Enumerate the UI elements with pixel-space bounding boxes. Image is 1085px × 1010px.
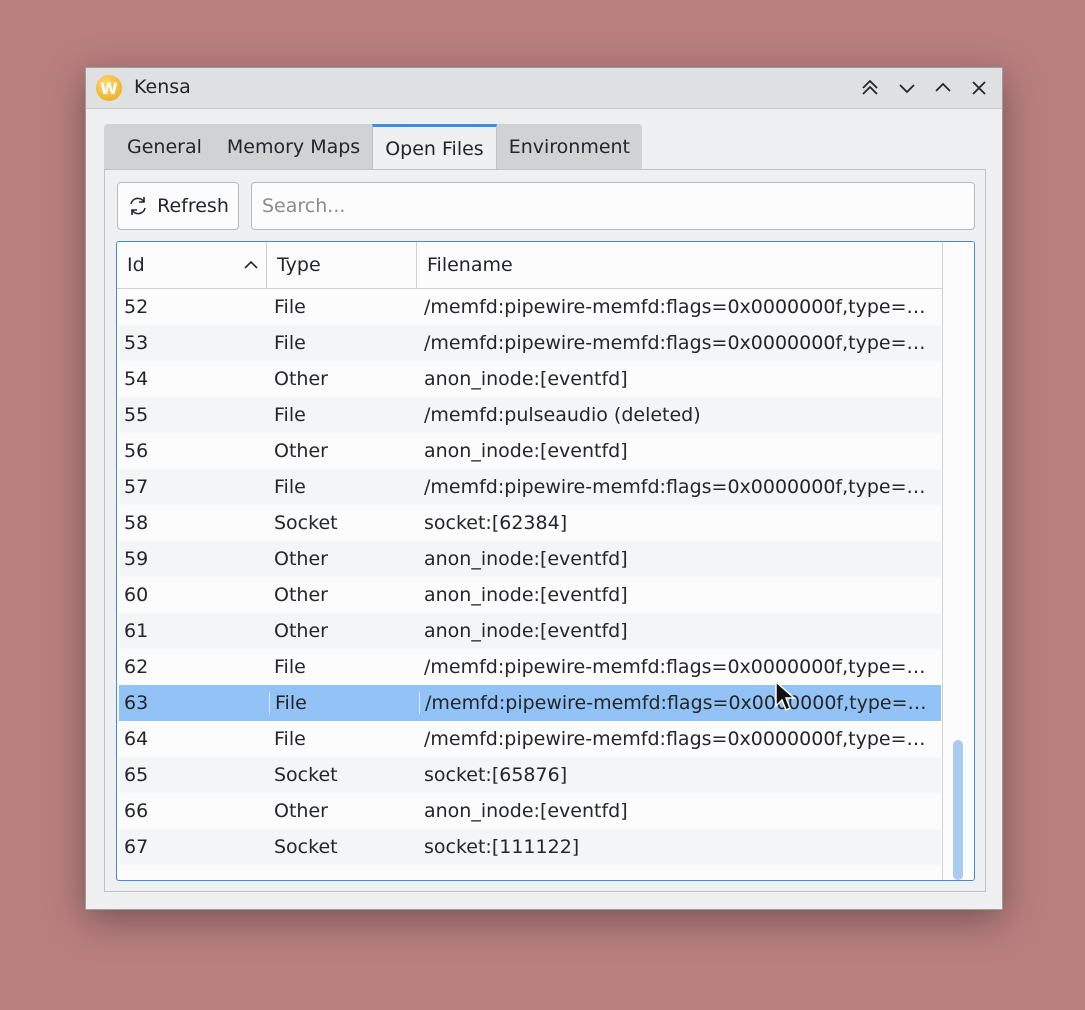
tab-memory-maps[interactable]: Memory Maps [214, 124, 373, 170]
cell-filename: /memfd:pipewire-memfd:flags=0x0000000f,t… [424, 332, 941, 354]
cell-id: 57 [124, 476, 149, 498]
cell-filename: /memfd:pipewire-memfd:flags=0x0000000f,t… [424, 728, 941, 750]
table-body: 52 File/memfd:pipewire-memfd:flags=0x0000… [119, 289, 941, 865]
close-icon [972, 81, 986, 95]
cell-filename: anon_inode:[eventfd] [424, 800, 628, 822]
table-row[interactable]: 63 File/memfd:pipewire-memfd:flags=0x0000… [119, 685, 941, 721]
cell-type: Other [274, 620, 328, 642]
cell-id: 56 [124, 440, 149, 462]
tab-bar: General Memory Maps Open Files Environme… [104, 124, 643, 170]
table-row[interactable]: 55 File/memfd:pulseaudio (deleted) [119, 397, 941, 433]
cell-type: File [274, 404, 306, 426]
scrollbar-thumb[interactable] [953, 740, 963, 880]
table-row[interactable]: 56 Other anon_inode:[eventfd] [119, 433, 941, 469]
cell-id: 59 [124, 548, 149, 570]
cell-type: Other [274, 800, 328, 822]
refresh-icon [130, 197, 146, 215]
cell-filename: anon_inode:[eventfd] [424, 548, 628, 570]
app-logo-icon: W [96, 75, 122, 101]
column-header-label: Filename [427, 254, 513, 276]
cell-id: 64 [124, 728, 149, 750]
cell-type: File [274, 656, 306, 678]
open-files-panel: Refresh Id Type Filename 52 File/memfd:pi… [104, 169, 986, 892]
title-bar[interactable]: W Kensa [86, 68, 1002, 109]
column-header-label: Type [277, 254, 321, 276]
refresh-button[interactable]: Refresh [117, 182, 239, 230]
table-row[interactable]: 67 Socket socket:[111122] [119, 829, 941, 865]
column-header-id[interactable]: Id [117, 242, 267, 288]
cell-filename: anon_inode:[eventfd] [424, 440, 628, 462]
tab-open-files[interactable]: Open Files [372, 124, 497, 170]
open-files-table[interactable]: Id Type Filename 52 File/memfd:pipewire-m… [116, 241, 975, 881]
cell-type: Socket [274, 512, 338, 534]
table-row[interactable]: 61 Other anon_inode:[eventfd] [119, 613, 941, 649]
cell-type: File [269, 692, 419, 714]
table-header: Id Type Filename [117, 242, 942, 289]
cell-filename: socket:[65876] [424, 764, 568, 786]
column-header-type[interactable]: Type [267, 242, 417, 288]
cell-type: Socket [274, 764, 338, 786]
cell-id: 65 [124, 764, 149, 786]
cell-type: File [274, 728, 306, 750]
cell-type: File [274, 476, 306, 498]
window-title: Kensa [134, 76, 191, 98]
table-row[interactable]: 65 Socket socket:[65876] [119, 757, 941, 793]
cell-type: Other [274, 368, 328, 390]
cell-id: 66 [124, 800, 149, 822]
table-row[interactable]: 59 Other anon_inode:[eventfd] [119, 541, 941, 577]
app-window: W Kensa General Memory Maps Open Files E… [85, 67, 1003, 910]
cell-filename: /memfd:pipewire-memfd:flags=0x0000000f,t… [424, 656, 941, 678]
keep-above-button[interactable] [856, 74, 884, 102]
cell-filename: anon_inode:[eventfd] [424, 368, 628, 390]
close-button[interactable] [965, 74, 993, 102]
table-row[interactable]: 54 Other anon_inode:[eventfd] [119, 361, 941, 397]
cell-type: File [274, 296, 306, 318]
cell-type: Socket [274, 836, 338, 858]
cell-filename: socket:[62384] [424, 512, 568, 534]
cell-id: 63 [124, 692, 149, 714]
cell-filename: /memfd:pulseaudio (deleted) [424, 404, 701, 426]
maximize-button[interactable] [929, 74, 957, 102]
cell-filename: /memfd:pipewire-memfd:flags=0x0000000f,t… [424, 296, 941, 318]
cell-filename: socket:[111122] [424, 836, 580, 858]
cell-id: 62 [124, 656, 149, 678]
minimize-button[interactable] [893, 74, 921, 102]
cell-id: 54 [124, 368, 149, 390]
table-row[interactable]: 57 File/memfd:pipewire-memfd:flags=0x0000… [119, 469, 941, 505]
cell-filename: anon_inode:[eventfd] [424, 584, 628, 606]
mouse-cursor-icon [775, 680, 796, 712]
cell-id: 55 [124, 404, 149, 426]
column-header-filename[interactable]: Filename [417, 242, 942, 288]
cell-id: 67 [124, 836, 149, 858]
table-row[interactable]: 53 File/memfd:pipewire-memfd:flags=0x0000… [119, 325, 941, 361]
tab-environment[interactable]: Environment [496, 124, 643, 170]
maximize-icon [935, 82, 951, 92]
column-header-label: Id [127, 254, 145, 276]
keep-above-icon [862, 79, 878, 95]
table-row[interactable]: 52 File/memfd:pipewire-memfd:flags=0x0000… [119, 289, 941, 325]
cell-id: 58 [124, 512, 149, 534]
vertical-scrollbar[interactable] [942, 242, 974, 880]
cell-type: Other [274, 584, 328, 606]
search-input[interactable] [251, 182, 975, 230]
table-row[interactable]: 58 Socket socket:[62384] [119, 505, 941, 541]
table-row[interactable]: 64 File/memfd:pipewire-memfd:flags=0x0000… [119, 721, 941, 757]
tab-general[interactable]: General [104, 124, 215, 170]
cell-type: Other [274, 440, 328, 462]
cell-type: Other [274, 548, 328, 570]
cell-type: File [274, 332, 306, 354]
minimize-icon [899, 84, 915, 94]
sort-ascending-icon [244, 260, 258, 269]
table-row[interactable]: 60 Other anon_inode:[eventfd] [119, 577, 941, 613]
cell-id: 52 [124, 296, 149, 318]
cell-filename: anon_inode:[eventfd] [424, 620, 628, 642]
table-row[interactable]: 66 Other anon_inode:[eventfd] [119, 793, 941, 829]
cell-filename: /memfd:pipewire-memfd:flags=0x0000000f,t… [419, 692, 941, 714]
cell-filename: /memfd:pipewire-memfd:flags=0x0000000f,t… [424, 476, 941, 498]
cell-id: 53 [124, 332, 149, 354]
refresh-label: Refresh [157, 195, 229, 217]
cell-id: 60 [124, 584, 149, 606]
cell-id: 61 [124, 620, 149, 642]
table-row[interactable]: 62 File/memfd:pipewire-memfd:flags=0x0000… [119, 649, 941, 685]
